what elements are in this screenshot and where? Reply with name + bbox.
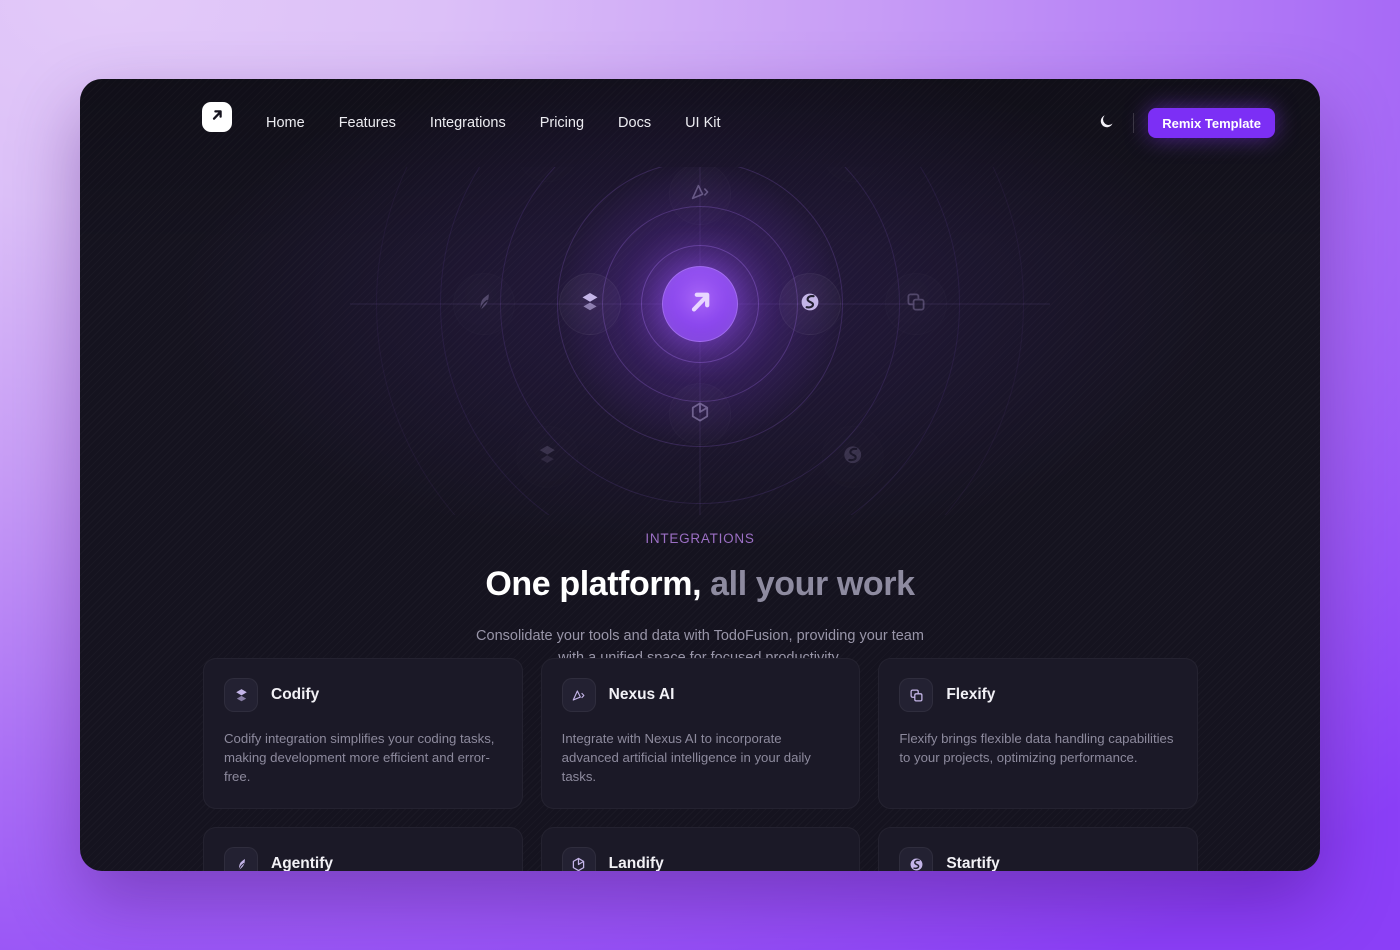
header-actions: Remix Template [1089,79,1275,167]
nexus-icon [688,180,712,209]
orbit-satellite-flexify [885,273,947,335]
orbit-rings [320,167,1080,515]
page-title-lead: One platform, [485,565,702,603]
integration-card[interactable]: Nexus AI Integrate with Nexus AI to incor… [540,658,861,809]
orbit-graphic [80,167,1320,515]
integration-card-header: Nexus AI [561,678,840,712]
nav-item-docs[interactable]: Docs [601,115,668,131]
landify-icon [561,847,596,871]
integration-card-header: Codify [224,678,502,712]
moon-icon [1098,113,1115,133]
arrow-up-right-logo-icon [209,107,225,128]
integration-card-title: Flexify [946,686,996,703]
section-eyebrow: INTEGRATIONS [645,531,755,546]
flexify-icon [904,290,928,319]
page-title-tail: all your work [710,565,915,603]
integration-card-title: Nexus AI [608,686,675,703]
nav-item-features[interactable]: Features [322,115,413,131]
flexify-icon [899,678,934,712]
agentify-icon [224,847,258,871]
integration-card-grid: Codify Codify integration simplifies your… [203,658,1198,871]
integration-card-title: Startify [946,855,1000,871]
header-divider [1133,113,1135,133]
brand-logo[interactable] [202,102,232,132]
integration-card-title: Agentify [271,855,333,871]
integration-card-title: Landify [608,855,664,871]
integration-card[interactable]: StartifyStartify accelerates project kic… [878,827,1198,871]
integration-card[interactable]: AgentifyAgentify streamlines agent workf… [203,827,523,871]
startify-icon [899,847,934,871]
nexus-icon [561,678,596,712]
nav-item-pricing[interactable]: Pricing [523,115,601,131]
integration-card[interactable]: Codify Codify integration simplifies your… [203,658,523,809]
arrow-up-right-logo-icon [684,286,716,323]
hero-subtitle-line1: Consolidate your tools and data with Tod… [476,628,924,644]
integration-card[interactable]: LandifyLandify helps you build and publi… [540,827,861,871]
integration-card-header: Landify [561,847,840,871]
agentify-icon [472,290,496,319]
main-nav: Home Features Integrations Pricing Docs … [266,79,738,167]
integration-card[interactable]: Flexify Flexify brings flexible data hand… [878,658,1198,809]
orbit-satellite-startify [779,273,841,335]
codify-icon [224,678,258,712]
integration-card-header: Agentify [224,847,502,871]
codify-icon [578,290,602,319]
orbit-center-logo [662,266,738,342]
integration-card-title: Codify [271,686,320,703]
orbit-satellite-agentify [453,273,515,335]
landify-icon [688,400,712,429]
integration-card-header: Startify [899,847,1177,871]
startify-icon [798,290,822,319]
theme-toggle-button[interactable] [1089,106,1123,140]
orbit-satellite-codify [516,425,579,488]
orbit-satellite-codify [559,273,621,335]
integration-card-description: Flexify brings flexible data handling ca… [899,731,1174,765]
site-header: Home Features Integrations Pricing Docs … [80,79,1320,167]
startify-icon [841,442,865,471]
page-title: One platform, all your work [80,565,1320,604]
codify-icon [535,442,559,471]
remix-template-button[interactable]: Remix Template [1148,108,1275,138]
nav-item-ui-kit[interactable]: UI Kit [668,115,737,131]
integration-card-description: Integrate with Nexus AI to incorporate a… [561,731,811,784]
nav-item-integrations[interactable]: Integrations [413,115,523,131]
integration-card-header: Flexify [899,678,1177,712]
orbit-satellite-landify [669,383,731,445]
integration-card-description: Codify integration simplifies your codin… [224,731,495,784]
nav-item-home[interactable]: Home [266,115,322,131]
orbit-satellite-startify [821,425,884,488]
app-window: Home Features Integrations Pricing Docs … [80,79,1320,871]
hero-section: INTEGRATIONS One platform, all your work… [80,531,1320,669]
